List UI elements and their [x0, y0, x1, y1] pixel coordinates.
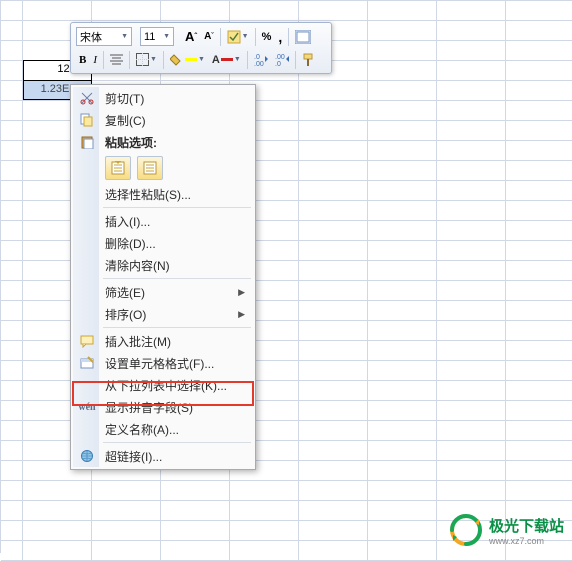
logo-icon: [449, 513, 483, 547]
chevron-down-icon: ▼: [150, 56, 157, 63]
mini-toolbar: 宋体 ▼ 11 ▼ Aˆ Aˇ ▼ % , B I ▼: [70, 22, 332, 74]
ctx-filter[interactable]: 筛选(E) ▶: [73, 281, 253, 303]
ctx-insert[interactable]: 插入(I)...: [73, 210, 253, 232]
svg-text:.00: .00: [254, 61, 264, 66]
ctx-paste-options: [73, 153, 253, 183]
ctx-sort[interactable]: 排序(O) ▶: [73, 303, 253, 325]
ctx-comment-label: 插入批注(M): [105, 333, 171, 350]
font-name-value: 宋体: [80, 29, 102, 45]
comma-button[interactable]: ,: [275, 27, 285, 47]
ctx-paste-special[interactable]: 选择性粘贴(S)...: [73, 183, 253, 205]
chevron-down-icon: ▼: [163, 33, 170, 40]
ctx-insert-comment[interactable]: 插入批注(M): [73, 330, 253, 352]
svg-text:.0: .0: [254, 54, 260, 61]
ctx-filter-label: 筛选(E): [105, 284, 145, 301]
font-size-value: 11: [144, 31, 155, 43]
paste-option-1[interactable]: [105, 156, 131, 180]
ctx-show-phonetic[interactable]: wén 显示拼音字段(S): [73, 396, 253, 418]
bold-button[interactable]: B: [76, 50, 89, 70]
ctx-format-cells[interactable]: 设置单元格格式(F)...: [73, 352, 253, 374]
chevron-down-icon: ▼: [121, 33, 128, 40]
paste-icon: [78, 133, 96, 151]
svg-text:.00: .00: [275, 54, 285, 61]
chevron-right-icon: ▶: [238, 309, 245, 320]
increase-decimal-button[interactable]: .0.00: [251, 50, 271, 70]
ctx-insert-label: 插入(I)...: [105, 213, 150, 230]
font-name-combo[interactable]: 宋体 ▼: [76, 27, 132, 46]
hyperlink-icon: [78, 447, 96, 465]
ctx-pick-from-dropdown[interactable]: 从下拉列表中选择(K)...: [73, 374, 253, 396]
chevron-down-icon: ▼: [242, 33, 249, 40]
ctx-format-cells-label: 设置单元格格式(F)...: [105, 355, 214, 372]
fill-color-button[interactable]: ▼: [167, 50, 208, 70]
ctx-paste-header: 粘贴选项:: [73, 131, 253, 153]
shrink-font-button[interactable]: Aˇ: [201, 27, 217, 47]
logo-url: www.xz7.com: [489, 536, 564, 546]
cut-icon: [78, 89, 96, 107]
font-color-button[interactable]: A ▼: [209, 50, 244, 70]
paste-option-2[interactable]: [137, 156, 163, 180]
grow-font-button[interactable]: Aˆ: [182, 27, 200, 47]
ctx-hyperlink-label: 超链接(I)...: [105, 448, 162, 465]
ctx-cut[interactable]: 剪切(T): [73, 87, 253, 109]
context-menu: 剪切(T) 复制(C) 粘贴选项: 选择性粘贴(S)... 插入(I)... 删…: [70, 84, 256, 470]
watermark-logo: 极光下载站 www.xz7.com: [449, 513, 564, 547]
comment-icon: [78, 332, 96, 350]
copy-icon: [78, 111, 96, 129]
ctx-clear-label: 清除内容(N): [105, 257, 170, 274]
ctx-paste-header-label: 粘贴选项:: [105, 134, 157, 151]
ctx-copy[interactable]: 复制(C): [73, 109, 253, 131]
format-painter-button[interactable]: [299, 50, 319, 70]
format-cells-icon: [78, 354, 96, 372]
chevron-down-icon: ▼: [234, 56, 241, 63]
ctx-copy-label: 复制(C): [105, 112, 146, 129]
phonetic-icon: wén: [78, 398, 96, 416]
chevron-down-icon: ▼: [198, 56, 205, 63]
ctx-define-name[interactable]: 定义名称(A)...: [73, 418, 253, 440]
ctx-cut-label: 剪切(T): [105, 90, 144, 107]
ctx-paste-special-label: 选择性粘贴(S)...: [105, 186, 191, 203]
ctx-phonetic-label: 显示拼音字段(S): [105, 399, 193, 416]
font-size-combo[interactable]: 11 ▼: [140, 27, 174, 46]
ctx-clear[interactable]: 清除内容(N): [73, 254, 253, 276]
align-center-button[interactable]: [107, 50, 126, 70]
percent-button[interactable]: %: [259, 27, 275, 47]
format-style-button[interactable]: ▼: [224, 27, 252, 47]
ctx-hyperlink[interactable]: 超链接(I)...: [73, 445, 253, 467]
decrease-decimal-button[interactable]: .00.0: [272, 50, 292, 70]
ctx-delete-label: 删除(D)...: [105, 235, 156, 252]
ctx-delete[interactable]: 删除(D)...: [73, 232, 253, 254]
ctx-define-name-label: 定义名称(A)...: [105, 421, 179, 438]
ctx-dropdown-label: 从下拉列表中选择(K)...: [105, 377, 227, 394]
logo-text: 极光下载站: [489, 515, 564, 536]
ctx-sort-label: 排序(O): [105, 306, 146, 323]
borders-button[interactable]: ▼: [133, 50, 160, 70]
svg-text:.0: .0: [275, 61, 281, 66]
merge-cells-button[interactable]: [292, 27, 314, 47]
chevron-right-icon: ▶: [238, 287, 245, 298]
italic-button[interactable]: I: [90, 50, 100, 70]
